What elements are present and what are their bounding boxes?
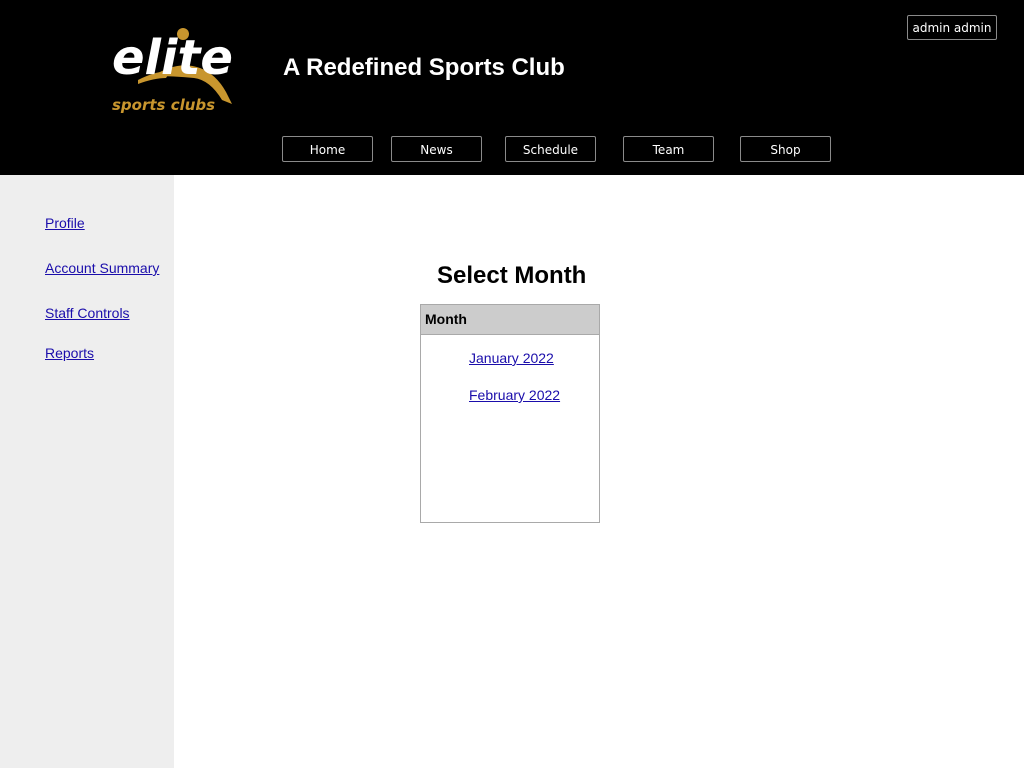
sidebar-link-profile[interactable]: Profile — [45, 215, 85, 231]
month-table: Month January 2022 February 2022 — [420, 304, 600, 523]
elite-sports-clubs-logo[interactable]: elite sports clubs — [108, 24, 253, 119]
logo-wordmark: elite — [112, 30, 233, 86]
nav-home-button[interactable]: Home — [282, 136, 373, 162]
site-title: A Redefined Sports Club — [283, 54, 565, 81]
sidebar-link-reports[interactable]: Reports — [45, 345, 94, 361]
nav-schedule-button[interactable]: Schedule — [505, 136, 596, 162]
sidebar: Profile Account Summary Staff Controls R… — [0, 175, 174, 768]
month-link-january-2022[interactable]: January 2022 — [469, 350, 554, 366]
month-column-header: Month — [421, 305, 599, 335]
nav-team-button[interactable]: Team — [623, 136, 714, 162]
user-account-button[interactable]: admin admin — [907, 15, 997, 40]
page-title: Select Month — [437, 262, 587, 289]
nav-news-button[interactable]: News — [391, 136, 482, 162]
logo-graphic: elite sports clubs — [112, 28, 233, 114]
month-link-february-2022[interactable]: February 2022 — [469, 387, 560, 403]
sidebar-link-staff-controls[interactable]: Staff Controls — [45, 305, 130, 321]
logo-subtext: sports clubs — [112, 96, 215, 114]
site-header: elite sports clubs A Redefined Sports Cl… — [0, 0, 1024, 175]
sidebar-link-account-summary[interactable]: Account Summary — [45, 260, 159, 276]
nav-shop-button[interactable]: Shop — [740, 136, 831, 162]
